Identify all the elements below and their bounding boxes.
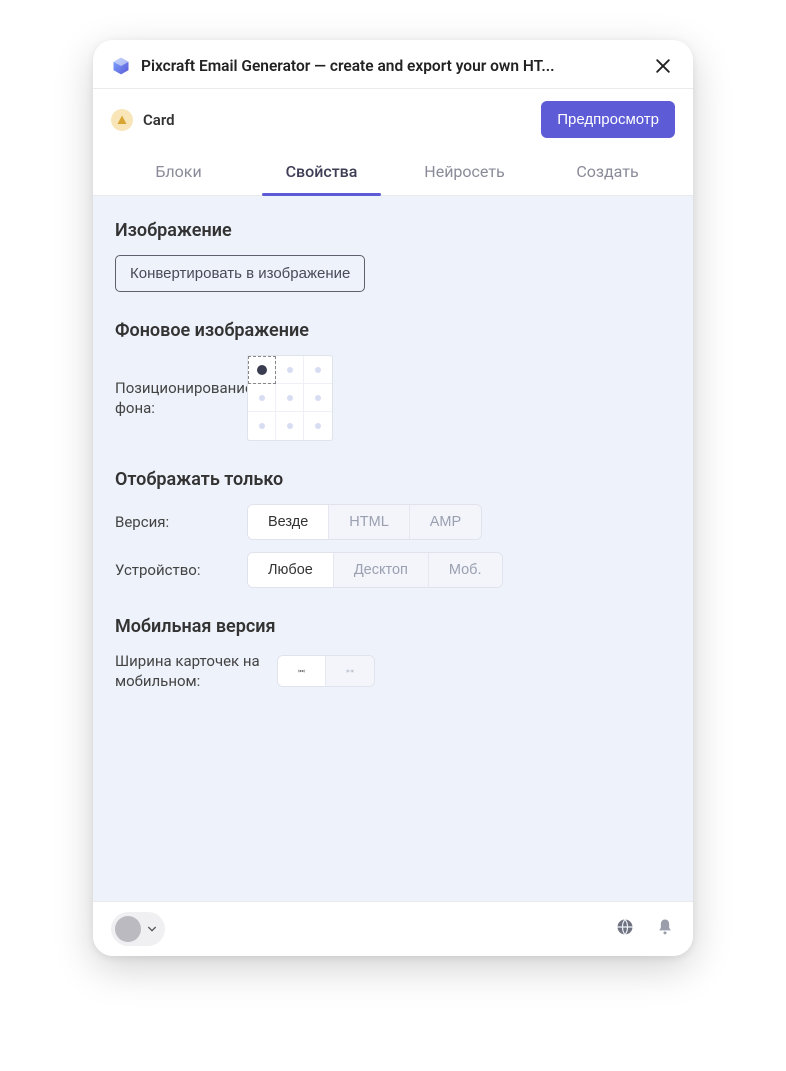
device-option-mobile[interactable]: Моб.: [429, 553, 502, 587]
bg-position-grid: [247, 355, 333, 441]
device-option-desktop[interactable]: Десктоп: [334, 553, 429, 587]
device-option-any[interactable]: Любое: [248, 553, 334, 587]
avatar-icon: [115, 916, 141, 942]
section-mobile: Мобильная версия Ширина карточек на моби…: [115, 616, 671, 692]
version-segmented: Везде HTML AMP: [247, 504, 482, 540]
mobile-card-width-label: Ширина карточек на мобильном:: [115, 651, 265, 692]
bg-pos-top-right[interactable]: [304, 356, 332, 384]
bell-icon[interactable]: [655, 917, 675, 941]
version-option-html[interactable]: HTML: [329, 505, 409, 539]
card-indicator: Card: [111, 109, 175, 131]
mobile-width-segmented: [277, 655, 375, 687]
version-label: Версия:: [115, 512, 235, 532]
bg-pos-bot-center[interactable]: [276, 412, 304, 440]
mobile-width-fixed[interactable]: [278, 656, 326, 686]
bg-pos-top-left[interactable]: [248, 356, 276, 384]
card-badge-icon: [111, 109, 133, 131]
bg-pos-bot-right[interactable]: [304, 412, 332, 440]
section-show-only: Отображать только Версия: Везде HTML AMP…: [115, 469, 671, 588]
chevron-down-icon: [147, 922, 157, 936]
section-background-image: Фоновое изображение Позиционирование фон…: [115, 320, 671, 441]
bg-pos-mid-center[interactable]: [276, 384, 304, 412]
card-type-label: Card: [143, 111, 175, 129]
bg-pos-mid-left[interactable]: [248, 384, 276, 412]
tab-ai[interactable]: Нейросеть: [397, 150, 532, 195]
section-mobile-title: Мобильная версия: [115, 616, 671, 637]
device-label: Устройство:: [115, 560, 235, 580]
window-title: Pixcraft Email Generator — create and ex…: [141, 57, 641, 75]
device-segmented: Любое Десктоп Моб.: [247, 552, 503, 588]
app-logo-icon: [111, 56, 131, 76]
close-button[interactable]: [651, 54, 675, 78]
section-bg-title: Фоновое изображение: [115, 320, 671, 341]
version-option-amp[interactable]: AMP: [410, 505, 481, 539]
convert-to-image-button[interactable]: Конвертировать в изображение: [115, 255, 365, 292]
app-window: Pixcraft Email Generator — create and ex…: [93, 40, 693, 956]
globe-icon[interactable]: [615, 917, 635, 941]
footer-bar: [93, 901, 693, 956]
section-showonly-title: Отображать только: [115, 469, 671, 490]
tab-properties[interactable]: Свойства: [254, 150, 389, 195]
preview-button[interactable]: Предпросмотр: [541, 101, 675, 138]
section-image: Изображение Конвертировать в изображение: [115, 220, 671, 292]
version-option-everywhere[interactable]: Везде: [248, 505, 329, 539]
subheader: Card Предпросмотр: [93, 89, 693, 150]
bg-pos-top-center[interactable]: [276, 356, 304, 384]
section-image-title: Изображение: [115, 220, 671, 241]
bg-position-label: Позиционирование фона:: [115, 378, 235, 419]
mobile-width-full[interactable]: [326, 656, 374, 686]
properties-panel: Изображение Конвертировать в изображение…: [93, 196, 693, 901]
footer-actions: [615, 917, 675, 941]
tab-blocks[interactable]: Блоки: [111, 150, 246, 195]
bg-pos-mid-right[interactable]: [304, 384, 332, 412]
tab-bar: Блоки Свойства Нейросеть Создать: [93, 150, 693, 196]
titlebar: Pixcraft Email Generator — create and ex…: [93, 40, 693, 88]
bg-pos-bot-left[interactable]: [248, 412, 276, 440]
user-menu[interactable]: [111, 912, 165, 946]
tab-create[interactable]: Создать: [540, 150, 675, 195]
